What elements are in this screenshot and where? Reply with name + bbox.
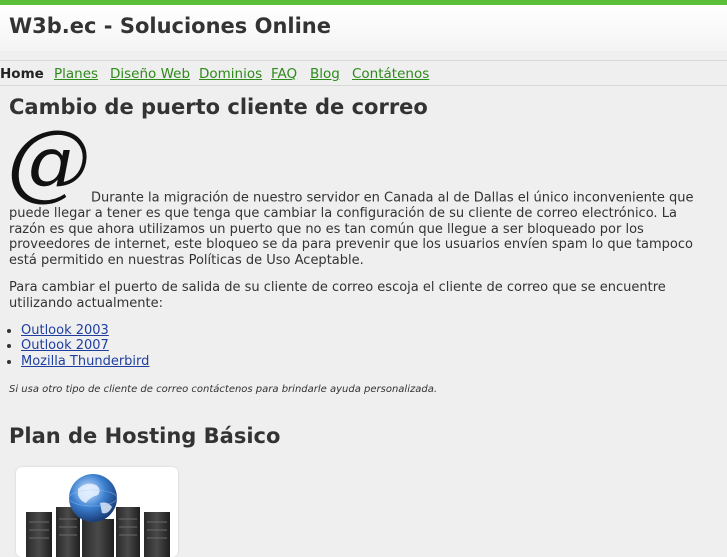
nav-item-blog[interactable]: Blog — [310, 66, 340, 82]
main-nav: Home Planes Diseño Web Dominios FAQ Blog… — [0, 66, 727, 84]
article-intro: @ Durante la migración de nuestro servid… — [9, 126, 717, 268]
list-item: Mozilla Thunderbird — [21, 354, 717, 370]
nav-item-dominios[interactable]: Dominios — [199, 66, 262, 82]
hosting-plan-card[interactable] — [16, 467, 178, 557]
at-sign-icon: @ — [9, 126, 89, 206]
instructions-text: Para cambiar el puerto de salida de su c… — [9, 280, 666, 311]
list-item: Outlook 2007 — [21, 338, 717, 354]
nav-item-faq[interactable]: FAQ — [271, 66, 297, 82]
server-globe-icon — [26, 474, 170, 557]
nav-divider — [0, 85, 727, 86]
main-content: Cambio de puerto cliente de correo @ Dur… — [9, 94, 717, 449]
nav-item-diseno-web[interactable]: Diseño Web — [110, 66, 190, 82]
nav-item-home[interactable]: Home — [0, 66, 44, 82]
nav-item-contatenos[interactable]: Contátenos — [352, 66, 429, 82]
client-link-outlook-2007[interactable]: Outlook 2007 — [21, 338, 109, 353]
hosting-title: Plan de Hosting Básico — [9, 424, 281, 449]
svg-text:@: @ — [9, 126, 89, 206]
email-client-list: Outlook 2003 Outlook 2007 Mozilla Thunde… — [9, 323, 717, 370]
site-title[interactable]: W3b.ec - Soluciones Online — [9, 14, 331, 38]
help-note: Si usa otro tipo de cliente de correo co… — [9, 384, 438, 396]
list-item: Outlook 2003 — [21, 323, 717, 339]
client-link-thunderbird[interactable]: Mozilla Thunderbird — [21, 354, 149, 369]
article-title: Cambio de puerto cliente de correo — [9, 95, 428, 119]
intro-text: Durante la migración de nuestro servidor… — [9, 190, 694, 268]
nav-item-planes[interactable]: Planes — [54, 66, 98, 82]
client-link-outlook-2003[interactable]: Outlook 2003 — [21, 323, 109, 338]
header-divider — [0, 60, 727, 61]
site-header: W3b.ec - Soluciones Online — [0, 5, 727, 51]
